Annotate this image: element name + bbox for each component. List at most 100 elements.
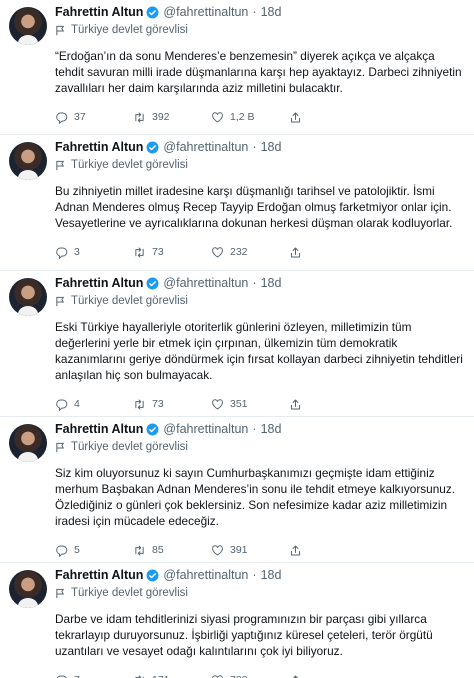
government-label-text: Türkiye devlet görevlisi xyxy=(71,159,188,171)
verified-badge-icon xyxy=(146,277,159,289)
retweet-count: 171 xyxy=(152,674,170,678)
share-icon xyxy=(290,247,301,257)
like-count: 708 xyxy=(230,674,248,678)
government-label-text: Türkiye devlet görevlisi xyxy=(71,295,188,307)
timestamp[interactable]: 18d xyxy=(261,568,282,582)
retweet-button[interactable]: 85 xyxy=(133,544,211,557)
retweet-icon xyxy=(135,675,144,678)
tweet-header: Fahrettin Altun @fahrettinaltun · 18d xyxy=(55,566,464,584)
share-button[interactable] xyxy=(289,398,367,411)
retweet-icon xyxy=(135,545,144,555)
reply-count: 4 xyxy=(74,398,80,410)
reply-icon xyxy=(56,545,68,557)
government-label: Türkiye devlet görevlisi xyxy=(55,22,464,38)
share-button[interactable] xyxy=(289,246,367,259)
timestamp[interactable]: 18d xyxy=(261,140,282,154)
reply-button[interactable]: 3 xyxy=(55,246,133,259)
verified-badge-icon xyxy=(146,569,159,581)
retweet-button[interactable]: 73 xyxy=(133,398,211,411)
timestamp[interactable]: 18d xyxy=(261,5,282,19)
retweet-button[interactable]: 73 xyxy=(133,246,211,259)
like-count: 351 xyxy=(230,398,248,410)
author-handle[interactable]: @fahrettinaltun xyxy=(163,568,248,582)
tweet[interactable]: Fahrettin Altun @fahrettinaltun · 18d Tü… xyxy=(0,563,474,678)
reply-icon xyxy=(56,399,68,411)
avatar[interactable] xyxy=(9,142,47,180)
government-flag-icon xyxy=(56,442,65,452)
government-label-text: Türkiye devlet görevlisi xyxy=(71,441,188,453)
verified-badge-icon xyxy=(146,423,159,435)
tweet-header: Fahrettin Altun @fahrettinaltun · 18d xyxy=(55,138,464,156)
share-button[interactable] xyxy=(289,544,367,557)
avatar[interactable] xyxy=(9,570,47,608)
tweet-actions: 5 85 391 xyxy=(55,541,464,559)
tweet[interactable]: Fahrettin Altun @fahrettinaltun · 18d Tü… xyxy=(0,135,474,271)
retweet-icon xyxy=(135,399,144,409)
like-button[interactable]: 391 xyxy=(211,544,289,557)
share-icon xyxy=(290,399,301,409)
tweet-actions: 4 73 351 xyxy=(55,395,464,413)
share-button[interactable] xyxy=(289,674,367,678)
author-name[interactable]: Fahrettin Altun xyxy=(55,422,143,436)
government-flag-icon xyxy=(56,25,65,35)
tweet[interactable]: Fahrettin Altun @fahrettinaltun · 18d Tü… xyxy=(0,0,474,135)
tweet-text: Eski Türkiye hayalleriyle otoriterlik gü… xyxy=(55,320,463,382)
author-handle[interactable]: @fahrettinaltun xyxy=(163,422,248,436)
reply-count: 37 xyxy=(74,111,86,123)
retweet-button[interactable]: 171 xyxy=(133,674,211,678)
like-button[interactable]: 232 xyxy=(211,246,289,259)
separator: · xyxy=(252,568,257,582)
share-icon xyxy=(290,112,301,122)
like-count: 391 xyxy=(230,544,248,556)
retweet-count: 392 xyxy=(152,111,170,123)
timestamp[interactable]: 18d xyxy=(261,422,282,436)
government-label: Türkiye devlet görevlisi xyxy=(55,293,464,309)
tweet-actions: 7 171 708 xyxy=(55,671,464,678)
tweet-header: Fahrettin Altun @fahrettinaltun · 18d xyxy=(55,3,464,21)
timestamp[interactable]: 18d xyxy=(261,276,282,290)
avatar[interactable] xyxy=(9,278,47,316)
heart-icon xyxy=(212,544,223,556)
reply-icon xyxy=(56,675,67,678)
government-flag-icon xyxy=(56,296,65,306)
tweet-text: Bu zihniyetin millet iradesine karşı düş… xyxy=(55,184,453,230)
like-button[interactable]: 1,2 B xyxy=(211,111,289,124)
tweet[interactable]: Fahrettin Altun @fahrettinaltun · 18d Tü… xyxy=(0,417,474,563)
reply-button[interactable]: 5 xyxy=(55,544,133,557)
retweet-button[interactable]: 392 xyxy=(133,111,211,124)
tweet[interactable]: Fahrettin Altun @fahrettinaltun · 18d Tü… xyxy=(0,271,474,417)
separator: · xyxy=(252,5,257,19)
tweet-actions: 3 73 232 xyxy=(55,243,464,261)
reply-count: 3 xyxy=(74,246,80,258)
like-button[interactable]: 351 xyxy=(211,398,289,411)
tweet-text: Siz kim oluyorsunuz ki sayın Cumhurbaşka… xyxy=(55,466,456,528)
like-button[interactable]: 708 xyxy=(211,674,289,678)
government-flag-icon xyxy=(56,160,65,170)
reply-button[interactable]: 37 xyxy=(55,111,133,124)
author-handle[interactable]: @fahrettinaltun xyxy=(163,276,248,290)
verified-badge-icon xyxy=(146,141,159,153)
reply-icon xyxy=(56,112,68,124)
share-button[interactable] xyxy=(289,111,367,124)
heart-icon xyxy=(212,398,223,410)
avatar[interactable] xyxy=(9,7,47,45)
author-handle[interactable]: @fahrettinaltun xyxy=(163,140,248,154)
government-flag-icon xyxy=(56,588,65,598)
reply-count: 5 xyxy=(74,544,80,556)
reply-button[interactable]: 4 xyxy=(55,398,133,411)
government-label-text: Türkiye devlet görevlisi xyxy=(71,587,188,599)
retweet-icon xyxy=(135,247,144,257)
reply-button[interactable]: 7 xyxy=(55,674,133,678)
like-count: 1,2 B xyxy=(230,111,255,123)
author-name[interactable]: Fahrettin Altun xyxy=(55,140,143,154)
tweet-header: Fahrettin Altun @fahrettinaltun · 18d xyxy=(55,274,464,292)
author-name[interactable]: Fahrettin Altun xyxy=(55,276,143,290)
avatar[interactable] xyxy=(9,424,47,462)
author-name[interactable]: Fahrettin Altun xyxy=(55,5,143,19)
government-label-text: Türkiye devlet görevlisi xyxy=(71,24,188,36)
author-handle[interactable]: @fahrettinaltun xyxy=(163,5,248,19)
author-name[interactable]: Fahrettin Altun xyxy=(55,568,143,582)
separator: · xyxy=(252,276,257,290)
reply-icon xyxy=(56,247,68,259)
tweet-header: Fahrettin Altun @fahrettinaltun · 18d xyxy=(55,420,464,438)
